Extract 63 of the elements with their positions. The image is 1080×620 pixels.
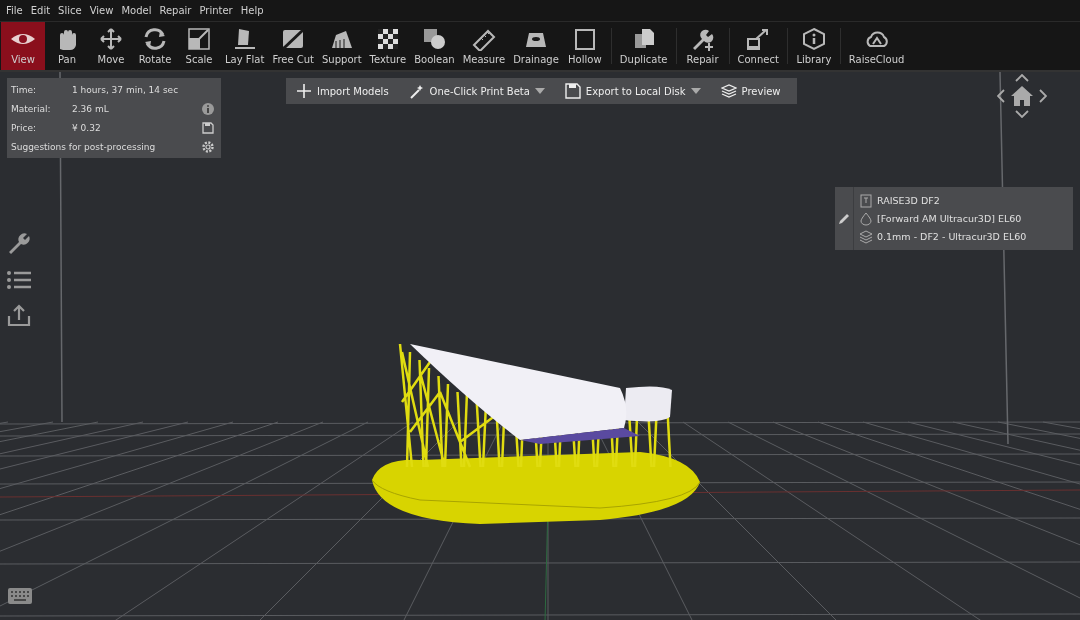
tool-button[interactable]: Lay Flat [221,22,269,70]
layers-icon [859,229,873,244]
tool-button[interactable]: Drainage [509,22,563,70]
printer-icon [859,193,873,208]
action-button[interactable]: One-Click Print Beta [398,78,555,104]
tool-button[interactable]: RaiseCloud [844,22,909,70]
drop-icon [859,211,873,226]
menu-item[interactable]: Printer [195,5,237,16]
menu-item[interactable]: View [85,5,118,16]
tool-button[interactable]: Free Cut [268,22,318,70]
tool-button[interactable]: Boolean [410,22,459,70]
tool-button[interactable]: Duplicate [615,22,672,70]
tool-button[interactable]: Measure [458,22,510,70]
suggestion-link[interactable]: Suggestions for post-processing [11,141,201,152]
estimate-label: Material: [11,103,52,114]
action-button[interactable]: Preview [710,78,811,104]
printer-setting[interactable]: 0.1mm - DF2 - Ultracur3D EL60 [877,231,1027,242]
estimate-value: ¥ 0.32 [72,122,102,133]
tool-button[interactable]: Move [89,22,133,70]
layers-icon [720,83,737,99]
menu-item[interactable]: Slice [54,5,86,16]
magic-wand-icon [408,83,425,99]
plus-icon [296,83,312,99]
chevron-down-icon[interactable] [1015,110,1029,118]
tool-button[interactable]: Connect [733,22,783,70]
menu-item[interactable]: Edit [26,5,55,16]
menu-item[interactable]: Model [117,5,156,16]
home-icon[interactable] [1011,86,1033,106]
estimate-value: 1 hours, 37 min, 14 sec [72,84,180,95]
estimate-label: Time: [11,84,38,95]
save-icon [564,83,581,99]
info-icon [201,101,215,116]
chevron-left-icon[interactable] [997,89,1005,103]
menu-item[interactable]: Repair [155,5,196,16]
tool-button[interactable]: Rotate [133,22,177,70]
estimate-value: 2.36 mL [72,103,110,114]
scale-icon [185,27,213,51]
chevron-up-icon[interactable] [1015,74,1029,82]
action-button[interactable]: Import Models [286,78,399,104]
list-icon[interactable] [7,270,31,290]
tool-button[interactable]: Support [318,22,366,70]
save-icon[interactable] [201,120,215,135]
tool-button[interactable]: Library [791,22,836,70]
wrench-icon[interactable] [7,232,31,256]
pen-icon[interactable] [838,212,850,225]
menu-item[interactable]: File [2,5,27,16]
printer-setting[interactable]: RAISE3D DF2 [877,195,940,206]
action-button[interactable]: Export to Local Disk [554,78,711,104]
tool-button[interactable]: Scale [177,22,221,70]
printer-setting[interactable]: [Forward AM Ultracur3D] EL60 [877,213,1022,224]
upload-icon[interactable] [7,304,31,326]
menu-item[interactable]: Help [236,5,268,16]
tool-button[interactable]: View [1,22,45,70]
estimate-label: Price: [11,122,37,133]
move-icon [97,27,125,51]
tool-button[interactable]: Pan [45,22,89,70]
keyboard-icon[interactable] [8,588,32,604]
settings-icon[interactable] [201,139,215,154]
3d-model-drawing[interactable] [371,342,701,524]
chevron-right-icon[interactable] [1039,89,1047,103]
tool-button[interactable]: Hollow [562,22,607,70]
tool-button[interactable]: Repair [680,22,725,70]
tool-button[interactable]: Texture [365,22,411,70]
